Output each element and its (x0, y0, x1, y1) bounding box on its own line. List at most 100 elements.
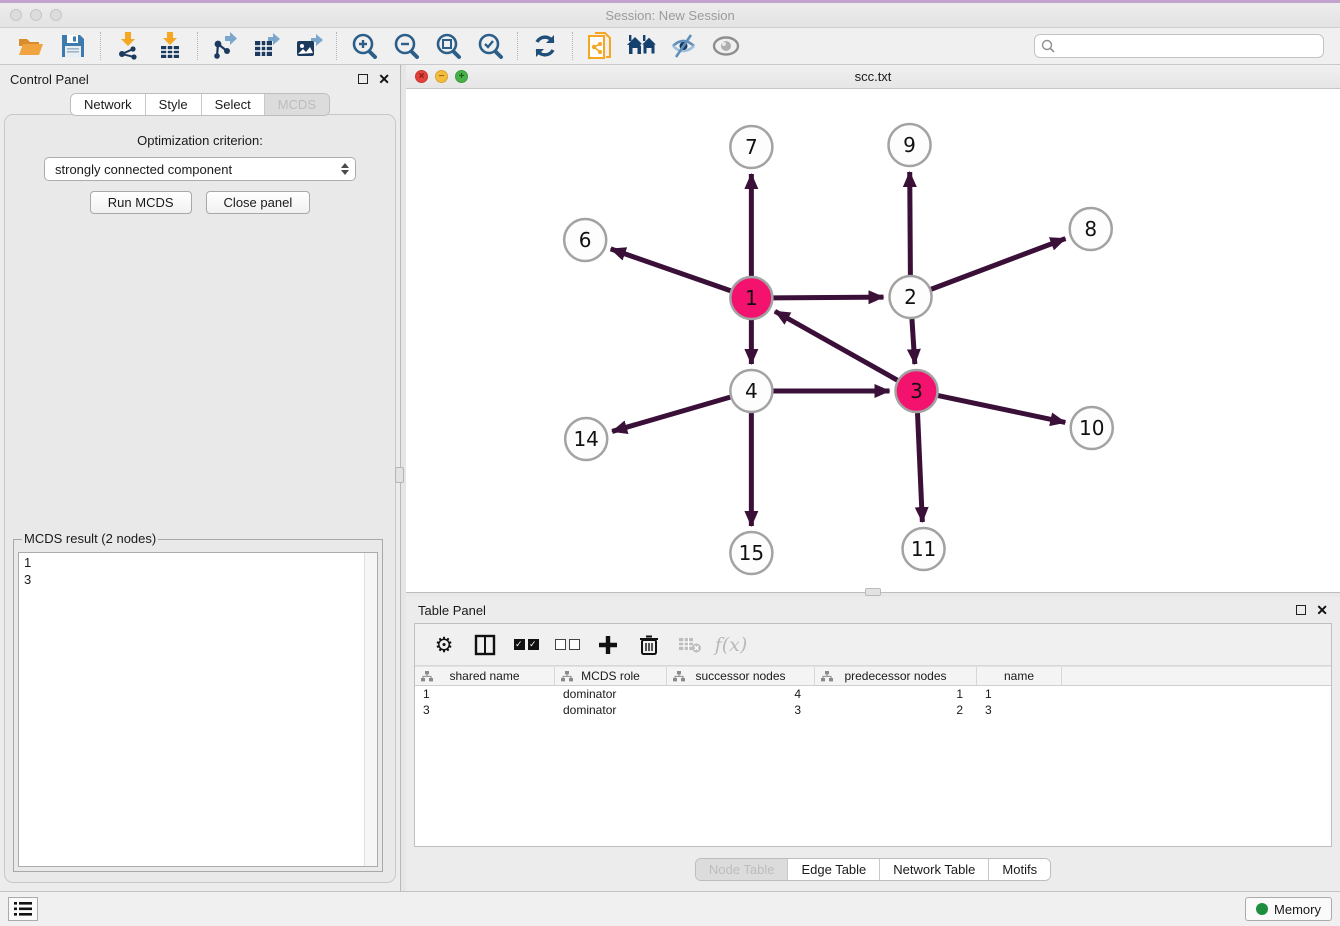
network-canvas[interactable]: 7968124314101511 (406, 89, 1340, 592)
criterion-select[interactable]: strongly connected component (44, 157, 356, 181)
control-panel: Control Panel ✕ Network Style Select MCD… (0, 65, 400, 891)
column-header-successor-nodes[interactable]: successor nodes (667, 667, 815, 685)
result-scrollbar[interactable] (364, 553, 377, 866)
graph-node-label: 15 (739, 541, 764, 565)
close-panel-icon[interactable]: ✕ (378, 74, 390, 84)
function-builder-button[interactable]: f(x) (718, 632, 744, 658)
minimize-network-icon[interactable]: − (435, 70, 448, 83)
graph-edge-2-3[interactable] (912, 319, 915, 364)
table-row[interactable]: 1 dominator 4 1 1 (415, 686, 1331, 702)
maximize-window-icon[interactable] (50, 9, 62, 21)
criterion-selected-value: strongly connected component (55, 162, 232, 177)
graph-edge-2-8[interactable] (931, 239, 1065, 290)
graph-node-label: 9 (903, 133, 916, 157)
horizontal-splitter[interactable] (406, 593, 1340, 597)
column-header-name[interactable]: name (977, 667, 1062, 685)
delete-table-button[interactable] (677, 632, 703, 658)
close-network-icon[interactable]: × (415, 70, 428, 83)
clone-network-button[interactable] (579, 30, 621, 62)
tab-network[interactable]: Network (71, 94, 146, 115)
memory-status-icon (1256, 903, 1268, 915)
graph-edge-1-2[interactable] (773, 297, 883, 298)
table-settings-button[interactable]: ⚙ (431, 632, 457, 658)
import-network-button[interactable] (107, 30, 149, 62)
refresh-button[interactable] (524, 30, 566, 62)
main-toolbar (0, 28, 1340, 65)
export-network-button[interactable] (204, 30, 246, 62)
network-window-titlebar[interactable]: × − + scc.txt (406, 65, 1340, 89)
zoom-selected-icon (476, 32, 504, 60)
mcds-result-textarea[interactable]: 1 3 (18, 552, 378, 867)
splitter-handle[interactable] (395, 467, 404, 483)
column-type-icon (561, 671, 573, 682)
memory-button[interactable]: Memory (1245, 897, 1332, 921)
zoom-in-button[interactable] (343, 30, 385, 62)
graph-node-label: 10 (1079, 416, 1104, 440)
splitter-handle[interactable] (865, 588, 881, 596)
graph-edge-3-11[interactable] (918, 413, 923, 522)
import-table-button[interactable] (149, 30, 191, 62)
select-all-button[interactable] (513, 632, 539, 658)
tab-edge-table[interactable]: Edge Table (788, 859, 880, 880)
column-header-predecessor-nodes[interactable]: predecessor nodes (815, 667, 977, 685)
column-header-mcds-role[interactable]: MCDS role (555, 667, 667, 685)
maximize-network-icon[interactable]: + (455, 70, 468, 83)
mcds-panel-body: Optimization criterion: strongly connect… (4, 114, 396, 883)
houses-button[interactable] (621, 30, 663, 62)
graph-edge-2-9[interactable] (910, 172, 911, 275)
show-details-button[interactable] (705, 30, 747, 62)
window-traffic-lights[interactable] (10, 9, 62, 21)
tab-style[interactable]: Style (146, 94, 202, 115)
split-panel-button[interactable] (472, 632, 498, 658)
graph-edge-1-6[interactable] (611, 249, 731, 291)
graph-node-label: 11 (911, 537, 936, 561)
houses-icon (626, 34, 658, 58)
cell-successor-nodes: 3 (667, 702, 815, 718)
tab-select[interactable]: Select (202, 94, 265, 115)
eye-slash-icon (670, 33, 698, 59)
add-column-button[interactable] (595, 632, 621, 658)
mcds-result-line: 1 (24, 554, 359, 571)
cell-shared-name: 3 (415, 702, 555, 718)
toolbar-separator (572, 32, 573, 60)
close-window-icon[interactable] (10, 9, 22, 21)
delete-column-button[interactable] (636, 632, 662, 658)
float-table-panel-icon[interactable] (1296, 605, 1306, 615)
tab-node-table[interactable]: Node Table (696, 859, 789, 880)
export-table-icon (253, 32, 281, 60)
mcds-result-title: MCDS result (2 nodes) (22, 531, 158, 546)
graph-node-label: 1 (745, 286, 758, 310)
close-panel-button[interactable]: Close panel (206, 191, 311, 214)
graph-edge-3-10[interactable] (938, 396, 1065, 423)
tab-motifs[interactable]: Motifs (989, 859, 1050, 880)
mcds-result-line: 3 (24, 571, 359, 588)
tab-mcds[interactable]: MCDS (265, 94, 329, 115)
search-input[interactable] (1059, 39, 1317, 53)
app-titlebar: Session: New Session (0, 3, 1340, 28)
export-image-button[interactable] (288, 30, 330, 62)
graph-node-label: 7 (745, 135, 758, 159)
table-panel: Table Panel ✕ ⚙ (406, 597, 1340, 891)
run-mcds-button[interactable]: Run MCDS (90, 191, 192, 214)
hide-details-button[interactable] (663, 30, 705, 62)
float-panel-icon[interactable] (358, 74, 368, 84)
search-field[interactable] (1034, 34, 1324, 58)
close-table-panel-icon[interactable]: ✕ (1316, 605, 1328, 615)
show-task-history-button[interactable] (8, 897, 38, 921)
open-session-button[interactable] (10, 30, 52, 62)
network-graph[interactable]: 7968124314101511 (406, 89, 1340, 592)
zoom-out-button[interactable] (385, 30, 427, 62)
zoom-fit-button[interactable] (427, 30, 469, 62)
graph-edge-4-14[interactable] (612, 397, 730, 431)
tab-network-table[interactable]: Network Table (880, 859, 989, 880)
graph-edge-3-1[interactable] (775, 311, 897, 380)
mcds-result-group: MCDS result (2 nodes) 1 3 (13, 539, 383, 872)
zoom-selected-button[interactable] (469, 30, 511, 62)
export-table-button[interactable] (246, 30, 288, 62)
unselect-all-button[interactable] (554, 632, 580, 658)
save-session-button[interactable] (52, 30, 94, 62)
table-row[interactable]: 3 dominator 3 2 3 (415, 702, 1331, 718)
network-title: scc.txt (855, 69, 892, 84)
minimize-window-icon[interactable] (30, 9, 42, 21)
column-header-shared-name[interactable]: shared name (415, 667, 555, 685)
